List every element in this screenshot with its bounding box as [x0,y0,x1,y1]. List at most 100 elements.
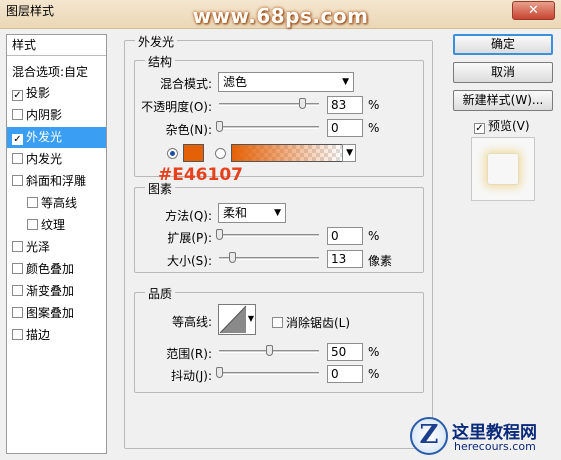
style-item[interactable]: 斜面和浮雕 [7,171,106,192]
noise-slider-track[interactable] [219,126,319,129]
opacity-unit: % [368,98,380,112]
style-item-checkbox[interactable] [27,219,38,230]
style-item[interactable]: 内阴影 [7,105,106,126]
style-item-checkbox[interactable] [12,329,23,340]
blend-mode-value: 滤色 [223,75,248,89]
ok-button[interactable]: 确定 [453,34,553,55]
method-select[interactable]: 柔和 ▼ [218,203,286,223]
style-item[interactable]: 渐变叠加 [7,281,106,302]
style-item-checkbox[interactable] [12,285,23,296]
noise-label: 杂色(N): [165,123,212,137]
logo-emblem: Z [410,417,448,455]
spread-unit: % [368,229,380,243]
antialias-checkbox[interactable]: 消除锯齿(L) [272,314,350,331]
style-item-checkbox[interactable] [12,153,23,164]
style-item-checkbox[interactable] [12,175,23,186]
blend-mode-select[interactable]: 滤色 ▼ [218,72,354,92]
opacity-label: 不透明度(O): [141,100,212,114]
style-item[interactable]: 颜色叠加 [7,259,106,280]
antialias-label: 消除锯齿(L) [286,316,351,330]
range-label: 范围(R): [166,347,212,361]
style-item-checkbox[interactable] [12,307,23,318]
contour-curve-icon [219,305,247,334]
style-item-label: 斜面和浮雕 [26,174,87,188]
method-label: 方法(Q): [165,209,212,223]
blend-options-item[interactable]: 混合选项:自定 [7,62,106,83]
spread-field[interactable]: 0 [327,227,363,245]
style-item-checkbox[interactable] [12,241,23,252]
opacity-field[interactable]: 83 [327,96,363,114]
chevron-down-icon: ▼ [346,148,353,158]
style-item-label: 渐变叠加 [26,284,75,298]
chevron-down-icon: ▼ [247,314,254,323]
style-item-checkbox[interactable] [27,197,38,208]
style-item-label: 颜色叠加 [26,262,75,276]
size-unit: 像素 [368,254,393,268]
style-list-header: 样式 [7,35,106,56]
outer-glow-title: 外发光 [135,33,178,50]
range-slider-thumb[interactable] [266,345,273,356]
noise-field[interactable]: 0 [327,119,363,137]
size-slider-thumb[interactable] [229,252,236,263]
contour-label: 等高线: [171,315,212,329]
size-label: 大小(S): [166,254,212,268]
contour-picker[interactable]: ▼ [218,304,256,335]
style-item-label: 内发光 [26,152,63,166]
cancel-button[interactable]: 取消 [453,62,553,83]
style-item-label: 投影 [26,86,51,100]
jitter-slider-track[interactable] [219,372,319,375]
new-style-button[interactable]: 新建样式(W)... [453,90,553,111]
style-item-label: 外发光 [26,130,63,144]
site-logo: Z 这里教程网 herecours.com [406,414,558,458]
style-item[interactable]: 内发光 [7,149,106,170]
style-item[interactable]: ✓ 外发光 [7,127,106,148]
opacity-slider-thumb[interactable] [299,98,306,109]
noise-unit: % [368,121,380,135]
spread-slider-thumb[interactable] [216,229,223,240]
method-value: 柔和 [223,206,248,220]
style-item-checkbox[interactable]: ✓ [12,90,23,101]
style-item-checkbox[interactable] [12,109,23,120]
size-field[interactable]: 13 [327,250,363,268]
style-item-checkbox[interactable] [12,263,23,274]
style-list: 样式 混合选项:自定 ✓ 投影 内阴影 ✓ 外发光 内发光 斜面和浮雕 等高线 纹理 光泽 颜色叠加… [6,34,107,454]
style-item-label: 等高线 [41,196,78,210]
style-item-label: 图案叠加 [26,306,75,320]
style-item[interactable]: 描边 [7,325,106,346]
style-item-checkbox[interactable]: ✓ [12,134,23,145]
noise-slider-thumb[interactable] [216,121,223,132]
glow-color-swatch[interactable] [183,144,204,162]
style-item-label: 光泽 [26,240,51,254]
color-annotation: #E46107 [158,165,243,185]
quality-legend: 品质 [145,285,176,302]
range-unit: % [368,345,380,359]
preview-thumbnail [471,137,535,201]
structure-legend: 结构 [145,53,176,70]
gradient-dropdown-button[interactable]: ▼ [342,144,356,162]
style-item[interactable]: 图案叠加 [7,303,106,324]
jitter-unit: % [368,367,380,381]
spread-label: 扩展(P): [167,231,212,245]
gradient-radio[interactable] [215,148,226,159]
blend-mode-label: 混合模式: [159,77,212,91]
style-item[interactable]: 纹理 [7,215,106,236]
antialias-check-box[interactable] [272,317,283,328]
jitter-slider-thumb[interactable] [216,367,223,378]
preview-glow-square [487,153,519,185]
logo-url: herecours.com [454,440,536,453]
style-item[interactable]: 等高线 [7,193,106,214]
jitter-label: 抖动(J): [171,369,212,383]
jitter-field[interactable]: 0 [327,365,363,383]
range-field[interactable]: 50 [327,343,363,361]
solid-color-radio[interactable] [167,148,178,159]
preview-check-box[interactable]: ✓ [474,123,485,134]
style-item-label: 纹理 [41,218,66,232]
style-item[interactable]: ✓ 投影 [7,83,106,104]
preview-checkbox[interactable]: ✓ 预览(V) [474,117,530,134]
chevron-down-icon: ▼ [274,208,281,218]
style-item[interactable]: 光泽 [7,237,106,258]
glow-gradient-swatch[interactable] [231,144,343,162]
preview-label: 预览(V) [488,119,530,133]
watermark-text: www.68ps.com [192,4,369,28]
spread-slider-track[interactable] [219,234,319,237]
